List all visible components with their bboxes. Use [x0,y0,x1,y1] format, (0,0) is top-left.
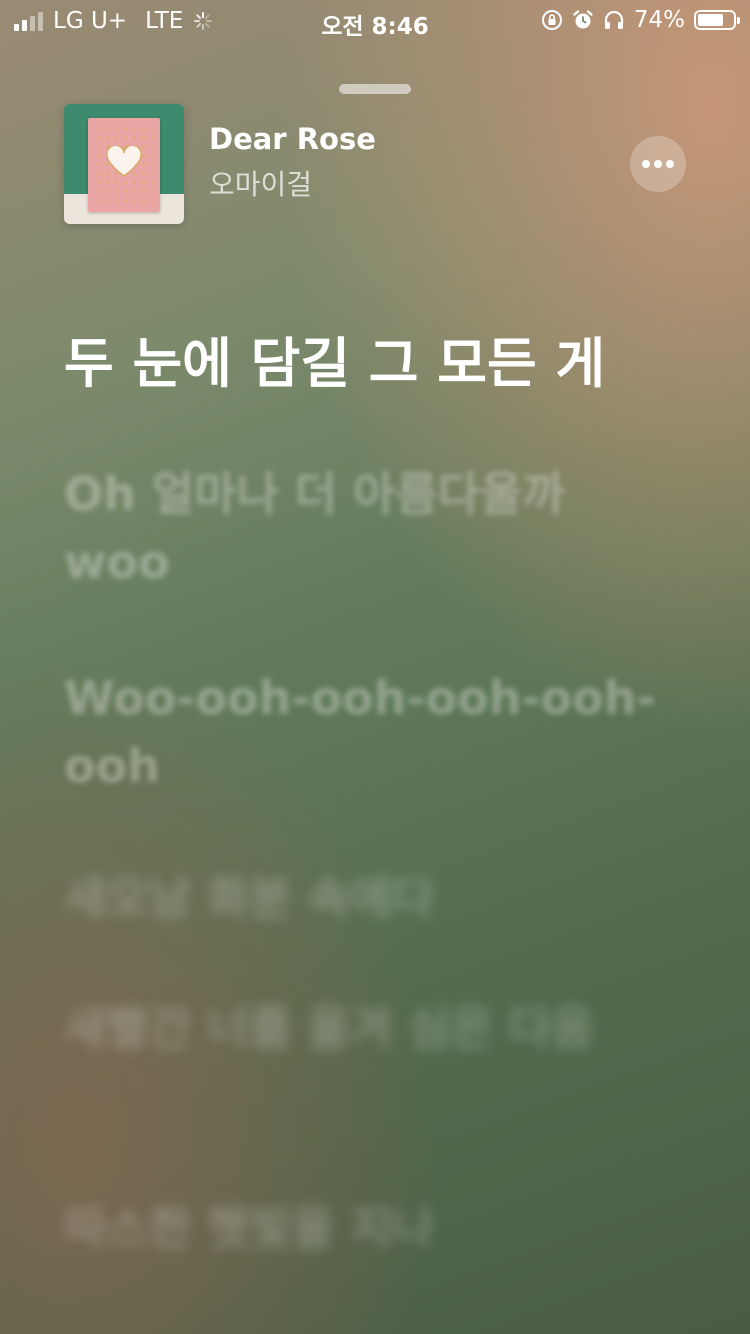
status-right: 74% [541,7,740,33]
orientation-lock-icon [541,10,562,30]
lyric-line[interactable]: 따스한 햇빛을 지나 [64,1194,674,1262]
sheet-grabber-handle[interactable] [339,84,411,94]
lyric-line[interactable]: 새빨간 너를 옮겨 심은 다음 [64,994,674,1062]
heart-icon [106,146,142,177]
lyric-line-current[interactable]: 두 눈에 담길 그 모든 게 [64,330,674,398]
battery-icon [694,10,740,30]
more-options-button[interactable] [630,136,686,192]
lyric-line[interactable]: 새오남 화분 속에다 [64,864,674,932]
status-bar: LG U+ LTE 오전 8:46 74% [0,0,750,40]
headphones-icon [604,10,623,29]
song-artist[interactable]: 오마이걸 [209,163,312,203]
ellipsis-icon [642,160,674,168]
lyric-line-previous[interactable] [64,222,674,262]
album-artwork [64,104,184,224]
lyric-line[interactable]: Woo-ooh-ooh-ooh-ooh-ooh [64,664,674,800]
battery-percentage: 74% [633,7,685,33]
alarm-icon [573,10,593,29]
lyric-line[interactable]: Oh 얼마나 더 아름다울까 woo [64,460,674,596]
song-title: Dear Rose [209,122,376,156]
battery-level [698,14,724,26]
